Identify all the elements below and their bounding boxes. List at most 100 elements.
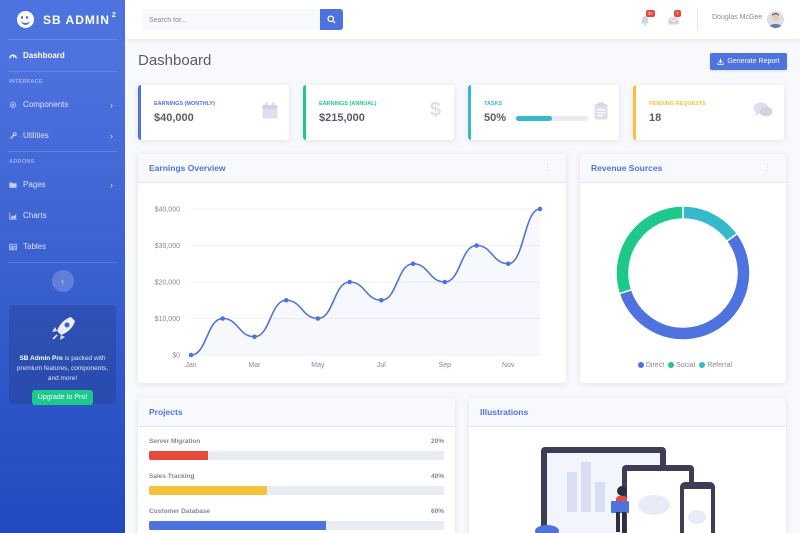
sidebar-item-label: Utilities	[23, 131, 49, 140]
alerts-badge: 3+	[646, 10, 656, 17]
project-percent: 20%	[430, 438, 444, 445]
table-icon	[9, 243, 17, 250]
sidebar-divider	[8, 262, 117, 263]
alerts-dropdown[interactable]: 3+	[640, 10, 656, 26]
calendar-icon	[262, 102, 278, 119]
stat-card-pending-requests: Pending Requests 18	[633, 85, 784, 140]
messages-dropdown[interactable]: 7	[668, 10, 681, 25]
folder-icon	[9, 182, 17, 188]
envelope-icon	[668, 17, 679, 25]
x-tick-label: Jul	[377, 362, 386, 369]
page-title: Dashboard	[138, 52, 212, 69]
more-options-icon[interactable]: ⋮	[763, 163, 772, 172]
sidebar-toggle-button[interactable]: ‹	[51, 270, 74, 292]
project-progress-fill	[149, 486, 267, 495]
donut-slice-referral[interactable]	[682, 205, 739, 243]
sidebar-promo-card: SB Admin Pro is packed with premium feat…	[9, 305, 116, 405]
cog-icon	[9, 101, 17, 108]
legend-dot	[699, 362, 706, 368]
x-tick-label: Mar	[248, 362, 261, 369]
sidebar-item-label: Tables	[23, 242, 47, 251]
data-point[interactable]	[379, 297, 384, 303]
sidebar-item-utilities[interactable]: Utilities ›	[0, 120, 125, 151]
comments-icon	[753, 102, 773, 117]
stat-value: $40,000	[154, 112, 194, 124]
card-title: Projects	[149, 407, 183, 417]
project-progress-fill	[149, 521, 326, 530]
legend-label: Social	[676, 362, 696, 369]
tachometer-icon	[9, 54, 17, 59]
earnings-area-chart: $0 $10,000 $20,000 $30,000 $40,000 Jan Mar May J…	[155, 206, 543, 369]
card-header: Illustrations	[469, 398, 786, 427]
search-button[interactable]	[320, 9, 343, 30]
revenue-donut-chart	[615, 205, 751, 341]
devices-illustration	[535, 447, 715, 533]
stat-label: Earnings (Annual)	[319, 101, 377, 107]
sidebar-item-label: Charts	[23, 211, 47, 220]
data-point[interactable]	[505, 261, 511, 267]
data-point[interactable]	[442, 279, 448, 285]
sidebar-item-components[interactable]: Components ›	[0, 89, 125, 120]
data-point[interactable]	[347, 279, 352, 285]
sidebar-item-tables[interactable]: Tables	[0, 231, 125, 262]
data-point[interactable]	[474, 243, 479, 248]
stat-label: Pending Requests	[649, 101, 706, 107]
rocket-icon	[51, 317, 75, 340]
data-point[interactable]	[410, 261, 416, 267]
chevron-right-icon: ›	[110, 130, 113, 141]
sidebar-brand[interactable]: SB ADMIN 2	[0, 0, 125, 39]
project-progress-fill	[149, 451, 208, 460]
data-point[interactable]	[537, 206, 543, 212]
y-tick-label: $0	[172, 353, 180, 360]
sidebar-heading: ADDONS	[9, 159, 35, 165]
project-name: Customer Database	[149, 508, 211, 515]
stat-label: Tasks	[484, 101, 503, 107]
avatar[interactable]	[767, 11, 784, 28]
x-tick-label: Jan	[185, 362, 196, 369]
card-header: Revenue Sources ⋮	[580, 154, 786, 183]
project-percent: 60%	[430, 508, 444, 515]
search-input[interactable]	[142, 10, 322, 31]
data-point[interactable]	[283, 297, 289, 303]
wrench-icon	[10, 131, 17, 139]
data-point[interactable]	[220, 316, 226, 321]
user-name[interactable]: Douglas McGee	[712, 14, 762, 21]
project-progress-bar	[149, 486, 444, 495]
generate-report-button[interactable]: Generate Report	[710, 53, 787, 70]
chart-legend: Direct Social Referral	[580, 362, 786, 369]
chart-area-icon	[9, 212, 17, 220]
more-options-icon[interactable]: ⋮	[543, 163, 552, 172]
dollar-icon: $	[429, 99, 441, 121]
tasks-progress-bar	[516, 116, 588, 121]
legend-label: Direct	[645, 362, 665, 369]
search-icon	[327, 15, 336, 24]
data-point[interactable]	[252, 334, 257, 340]
stat-value: 50%	[484, 112, 507, 124]
chevron-left-icon: ‹	[61, 276, 64, 286]
stat-value: $215,000	[319, 112, 365, 124]
illustrations-card: Illustrations	[469, 398, 786, 533]
upgrade-button[interactable]: Upgrade to Pro!	[31, 390, 94, 405]
project-percent: 40%	[430, 473, 444, 480]
stat-card-earnings-annual: Earnings (Annual) $215,000 $	[303, 85, 454, 140]
sidebar-item-label: Components	[23, 100, 69, 109]
x-tick-label: Nov	[502, 362, 515, 369]
sidebar-item-pages[interactable]: Pages ›	[0, 169, 125, 200]
y-tick-label: $10,000	[155, 316, 180, 323]
card-title: Revenue Sources	[591, 163, 663, 173]
donut-slice-direct[interactable]	[618, 232, 751, 341]
user-avatar-icon	[769, 13, 782, 28]
donut-slice-social[interactable]	[615, 205, 684, 295]
messages-badge: 7	[674, 10, 681, 17]
sidebar-item-charts[interactable]: Charts	[0, 200, 125, 231]
data-point[interactable]	[188, 352, 194, 358]
y-tick-label: $40,000	[155, 207, 180, 214]
data-point[interactable]	[315, 316, 321, 321]
sidebar-item-label: Dashboard	[23, 51, 65, 60]
topbar: 3+ 7 Douglas McGee	[125, 0, 800, 39]
promo-text: SB Admin Pro is packed with premium feat…	[9, 354, 116, 384]
x-tick-label: May	[311, 362, 325, 369]
legend-dot	[668, 362, 675, 368]
sidebar-item-dashboard[interactable]: Dashboard	[0, 40, 125, 71]
laugh-wink-icon	[17, 11, 34, 28]
